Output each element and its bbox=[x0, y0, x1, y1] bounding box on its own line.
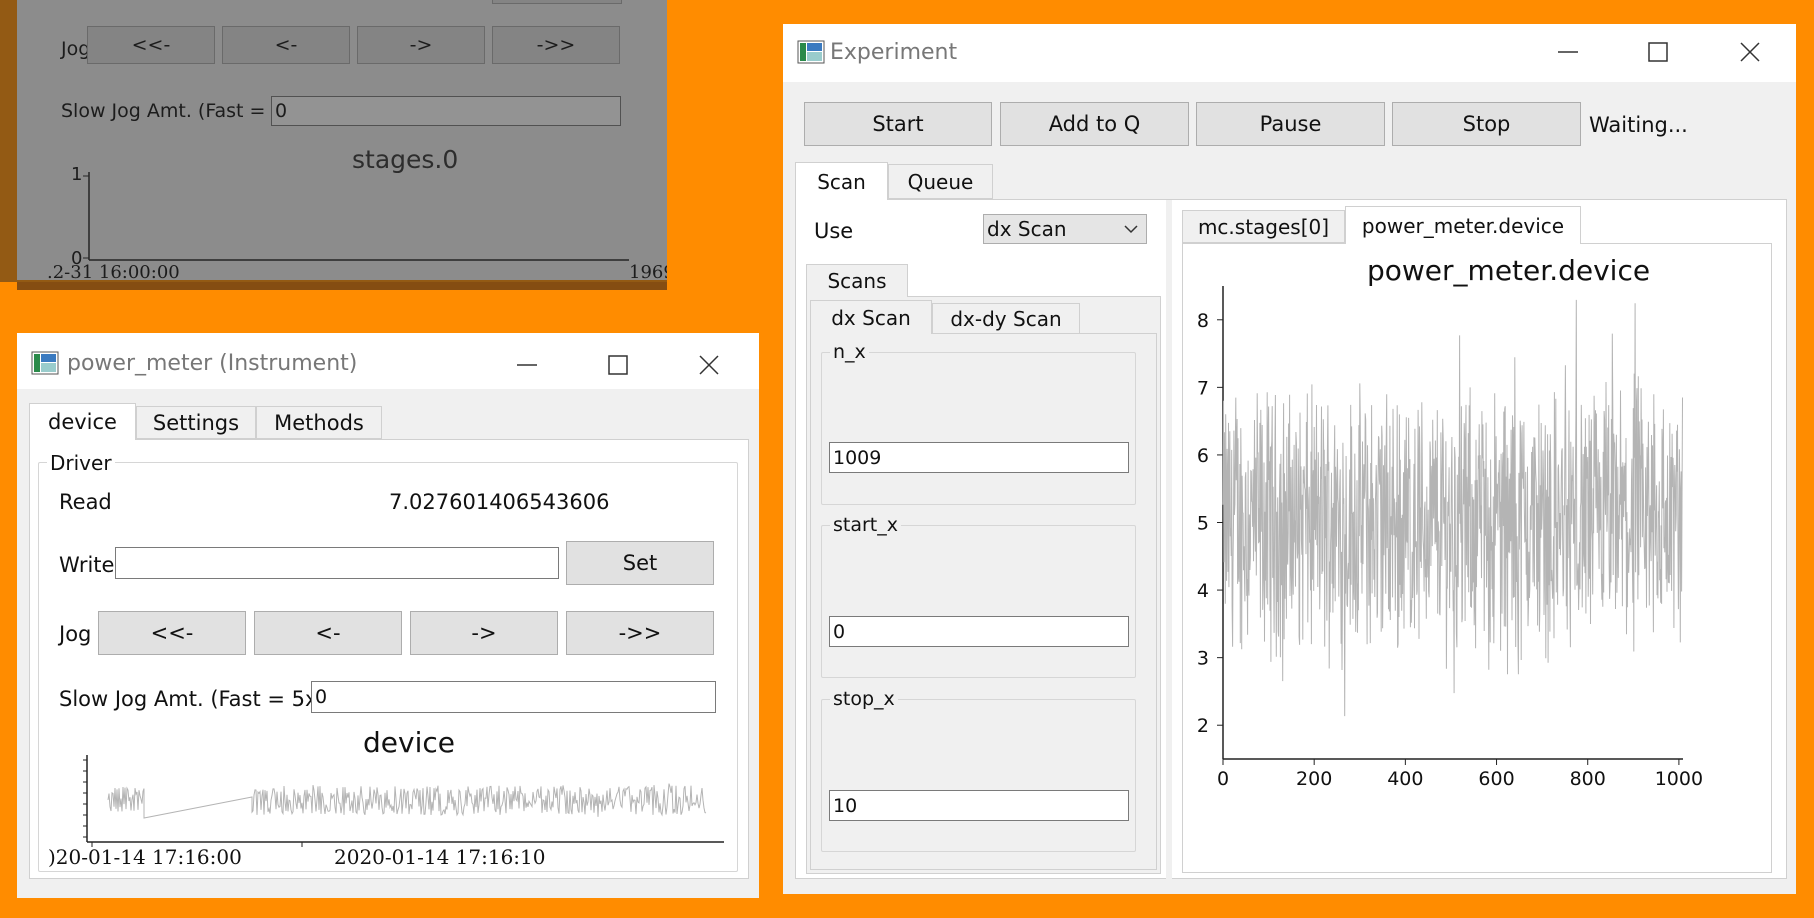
use-dropdown-value: dx Scan bbox=[987, 217, 1067, 241]
stop-x-group: stop_x bbox=[821, 688, 1136, 852]
y-tick-label: 4 bbox=[1197, 580, 1209, 602]
chevron-down-icon bbox=[1124, 225, 1138, 234]
stop-x-label: stop_x bbox=[830, 688, 898, 710]
close-icon[interactable] bbox=[697, 353, 721, 377]
main-chart: 2 3 4 5 6 7 8 0 200 400 600 800 1000 bbox=[1197, 286, 1703, 790]
tab-queue[interactable]: Queue bbox=[888, 164, 993, 199]
app-icon bbox=[797, 40, 825, 64]
start-button[interactable]: Start bbox=[804, 102, 992, 146]
maximize-icon[interactable] bbox=[606, 353, 630, 377]
experiment-titlebar[interactable]: Experiment bbox=[783, 24, 1796, 82]
start-x-input[interactable]: 0 bbox=[829, 616, 1129, 647]
tab-scan[interactable]: Scan bbox=[795, 162, 888, 200]
n-x-label: n_x bbox=[830, 341, 869, 363]
app-icon bbox=[31, 351, 59, 375]
y-tick-label: 7 bbox=[1197, 377, 1209, 399]
tab-power-meter-device[interactable]: power_meter.device bbox=[1345, 206, 1581, 244]
scan-panel: Use dx Scan Scans dx Scan dx-dy Scan n_x… bbox=[795, 199, 1787, 880]
power-meter-window: power_meter (Instrument) device Settings… bbox=[17, 333, 759, 898]
use-dropdown[interactable]: dx Scan bbox=[983, 214, 1147, 244]
start-x-group: start_x bbox=[821, 514, 1136, 678]
tab-device[interactable]: device bbox=[29, 403, 136, 440]
n-x-group: n_x bbox=[821, 341, 1136, 505]
tab-scans[interactable]: Scans bbox=[806, 264, 908, 297]
device-x-tick-1: 2020-01-14 17:16:10 bbox=[334, 845, 546, 869]
y-tick-label: 6 bbox=[1197, 445, 1209, 467]
start-x-label: start_x bbox=[830, 514, 901, 536]
y-tick-label: 8 bbox=[1197, 310, 1209, 332]
tab-methods[interactable]: Methods bbox=[256, 406, 382, 439]
device-trace bbox=[107, 783, 707, 819]
window-title: Experiment bbox=[830, 40, 958, 65]
close-icon[interactable] bbox=[1738, 40, 1762, 64]
minimize-icon[interactable] bbox=[515, 353, 539, 377]
power-meter-trace bbox=[1222, 299, 1683, 717]
pause-button[interactable]: Pause bbox=[1196, 102, 1385, 146]
status-text: Waiting... bbox=[1589, 113, 1688, 137]
device-x-tick-0: )20-01-14 17:16:00 bbox=[48, 845, 242, 869]
maximize-icon[interactable] bbox=[1646, 40, 1670, 64]
dim-overlay bbox=[0, 0, 667, 282]
plot-panel: power_meter.device 2 3 4 5 6 7 8 0 200 400 600 800 1… bbox=[1182, 243, 1772, 873]
device-panel: Driver Read 7.027601406543606 Write Set … bbox=[29, 439, 749, 879]
y-tick-label: 3 bbox=[1197, 648, 1209, 670]
stop-x-input[interactable]: 10 bbox=[829, 790, 1129, 821]
add-to-queue-button[interactable]: Add to Q bbox=[1000, 102, 1189, 146]
tab-dx-dy-scan[interactable]: dx-dy Scan bbox=[932, 303, 1080, 334]
x-tick-label: 800 bbox=[1570, 768, 1606, 790]
experiment-window: Experiment Start Add to Q Pause Stop Wai… bbox=[783, 24, 1796, 894]
x-tick-label: 1000 bbox=[1655, 768, 1703, 790]
power-meter-titlebar[interactable]: power_meter (Instrument) bbox=[17, 333, 759, 389]
stop-button[interactable]: Stop bbox=[1392, 102, 1581, 146]
x-tick-label: 0 bbox=[1217, 768, 1229, 790]
tab-settings[interactable]: Settings bbox=[136, 406, 256, 439]
x-tick-label: 400 bbox=[1387, 768, 1423, 790]
tab-dx-scan[interactable]: dx Scan bbox=[810, 300, 932, 334]
use-label: Use bbox=[814, 219, 854, 243]
x-tick-label: 200 bbox=[1296, 768, 1332, 790]
y-tick-label: 2 bbox=[1197, 715, 1209, 737]
tab-mc-stages[interactable]: mc.stages[0] bbox=[1182, 210, 1345, 243]
window-title: power_meter (Instrument) bbox=[67, 351, 358, 376]
device-chart bbox=[83, 755, 724, 847]
n-x-input[interactable]: 1009 bbox=[829, 442, 1129, 473]
x-tick-label: 600 bbox=[1478, 768, 1514, 790]
splitter[interactable] bbox=[1166, 200, 1172, 880]
dim-overlay-bottom bbox=[17, 282, 667, 290]
minimize-icon[interactable] bbox=[1556, 40, 1580, 64]
y-tick-label: 5 bbox=[1197, 513, 1209, 535]
